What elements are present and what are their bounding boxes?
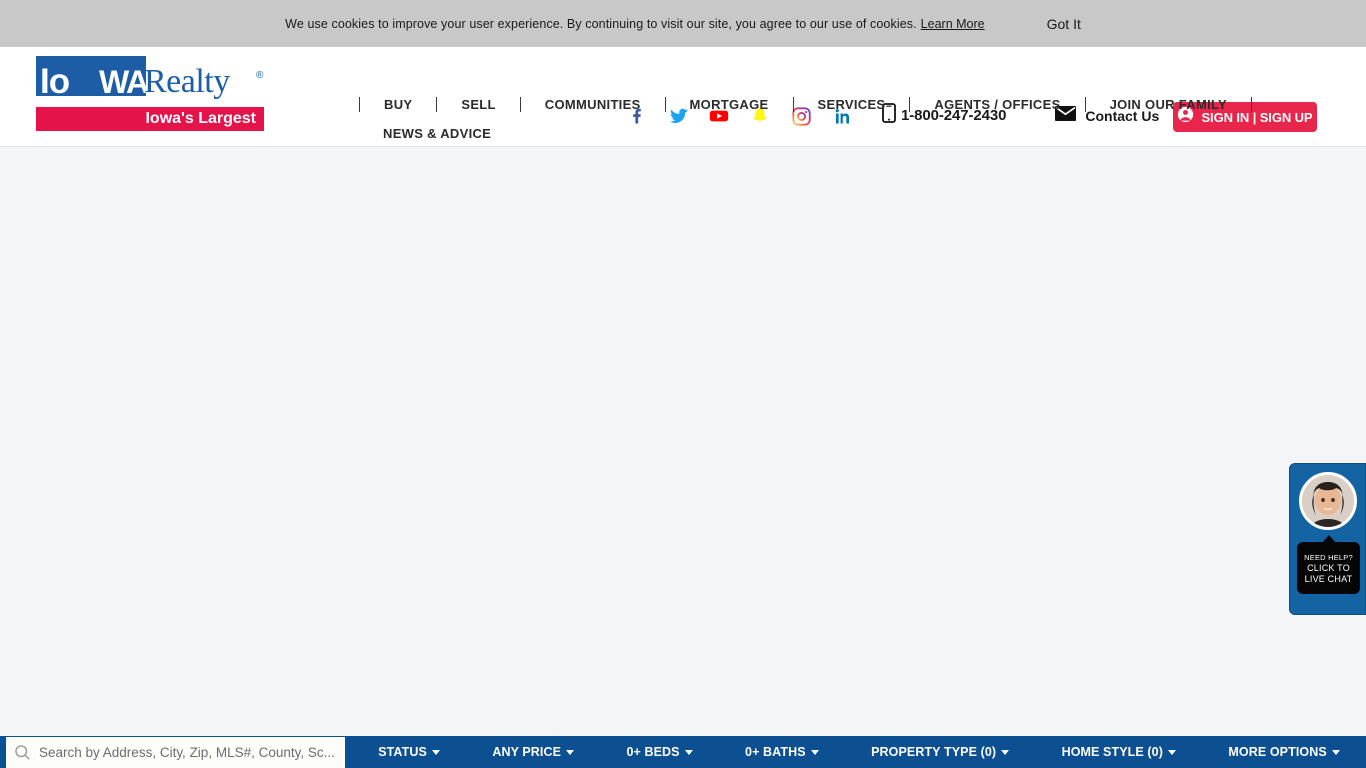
cookie-accept-button[interactable]: Got It [1047, 16, 1081, 32]
search-input-wrapper[interactable]: Search by Address, City, Zip, MLS#, Coun… [6, 737, 345, 768]
chevron-down-icon [431, 749, 440, 755]
iowa-realty-logo[interactable]: Io WA Realty ® Iowa's Largest [36, 56, 264, 134]
nav-separator [1251, 97, 1253, 112]
site-header: Io WA Realty ® Iowa's Largest 1-800-247-… [0, 47, 1366, 147]
chat-agent-avatar [1299, 472, 1357, 530]
search-icon [14, 744, 31, 761]
filter-more-options-label: MORE OPTIONS [1228, 745, 1327, 759]
nav-item-join-our-family[interactable]: JOIN OUR FAMILY [1086, 90, 1251, 119]
cookie-message: We use cookies to improve your user expe… [285, 16, 917, 31]
nav-item-services[interactable]: SERVICES [794, 90, 910, 119]
filter-more-options[interactable]: MORE OPTIONS [1202, 745, 1366, 759]
filter-beds-label: 0+ BEDS [626, 745, 680, 759]
nav-item-buy[interactable]: BUY [360, 90, 436, 119]
logo-text-realty: Realty [144, 63, 230, 100]
main-content-area [0, 148, 1366, 736]
filter-property-type[interactable]: PROPERTY TYPE (0) [845, 745, 1036, 759]
chat-callout-bubble[interactable]: NEED HELP? CLICK TO LIVE CHAT [1297, 535, 1360, 594]
filter-status-label: STATUS [378, 745, 427, 759]
cookie-consent-banner: We use cookies to improve your user expe… [0, 0, 1366, 47]
chevron-down-icon [810, 749, 819, 755]
logo-text-wa: WA [99, 64, 149, 100]
chevron-down-icon [1167, 749, 1176, 755]
nav-item-agents-offices[interactable]: AGENTS / OFFICES [910, 90, 1084, 119]
chat-line-2: CLICK TO [1307, 562, 1350, 573]
chat-line-3: LIVE CHAT [1304, 573, 1353, 584]
filter-baths-label: 0+ BATHS [745, 745, 806, 759]
chevron-down-icon [684, 749, 693, 755]
cookie-learn-more-link[interactable]: Learn More [921, 17, 985, 31]
filter-baths[interactable]: 0+ BATHS [719, 745, 845, 759]
nav-item-communities[interactable]: COMMUNITIES [521, 90, 665, 119]
nav-item-news-advice[interactable]: NEWS & ADVICE [359, 119, 515, 148]
chat-line-1: NEED HELP? [1304, 552, 1353, 562]
chevron-down-icon [566, 749, 575, 755]
logo-tagline: Iowa's Largest [145, 110, 256, 127]
chevron-down-icon [1001, 749, 1010, 755]
nav-item-sell[interactable]: SELL [437, 90, 519, 119]
filter-price-label: ANY PRICE [492, 745, 562, 759]
live-chat-widget[interactable]: NEED HELP? CLICK TO LIVE CHAT [1289, 463, 1366, 615]
search-input[interactable]: Search by Address, City, Zip, MLS#, Coun… [39, 745, 335, 760]
filter-home-style-label: HOME STYLE (0) [1061, 745, 1163, 759]
filter-property-type-label: PROPERTY TYPE (0) [871, 745, 997, 759]
logo-text-io: Io [40, 62, 70, 101]
filter-status[interactable]: STATUS [352, 745, 466, 759]
filter-beds[interactable]: 0+ BEDS [600, 745, 719, 759]
logo-registered-mark: ® [256, 70, 264, 81]
filter-dropdown-group: STATUS ANY PRICE 0+ BEDS 0+ BATHS PROPER… [352, 736, 1366, 768]
property-search-filter-bar: Search by Address, City, Zip, MLS#, Coun… [0, 736, 1366, 768]
nav-item-mortgage[interactable]: MORTGAGE [666, 90, 793, 119]
main-navigation: BUY SELL COMMUNITIES MORTGAGE SERVICES A… [359, 90, 1359, 148]
filter-price[interactable]: ANY PRICE [466, 745, 600, 759]
chevron-down-icon [1331, 749, 1340, 755]
filter-home-style[interactable]: HOME STYLE (0) [1035, 745, 1202, 759]
